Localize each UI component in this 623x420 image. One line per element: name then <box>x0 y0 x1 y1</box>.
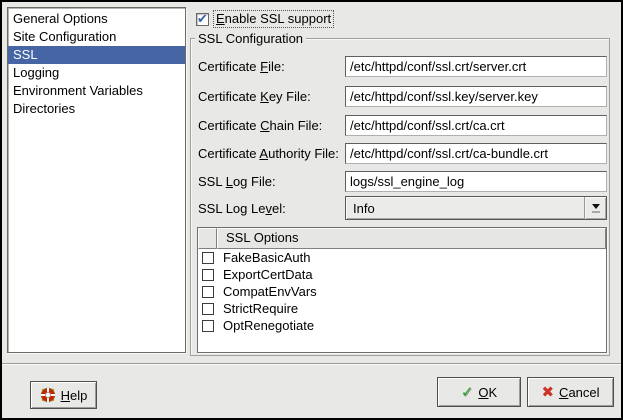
ssl-options-table: SSL Options ✔ FakeBasicAuth ✔ ExportCert… <box>197 227 607 353</box>
ok-button[interactable]: ✓ OK <box>437 377 521 407</box>
ssl-option-label: CompatEnvVars <box>223 283 317 300</box>
combo-arrow-button[interactable] <box>584 197 606 219</box>
ssl-option-label: ExportCertData <box>223 266 313 283</box>
category-list: General Options Site Configuration SSL L… <box>7 7 186 353</box>
certificate-key-file-input[interactable] <box>345 86 607 107</box>
certificate-file-input[interactable] <box>345 56 607 77</box>
certificate-chain-file-input[interactable] <box>345 115 607 136</box>
enable-ssl-row: ✔ Enable SSL support <box>196 9 334 29</box>
sidebar-item-general-options[interactable]: General Options <box>8 10 185 28</box>
down-arrow-icon <box>592 204 600 209</box>
ssl-configuration-frame-title: SSL Configuration <box>195 31 306 46</box>
checkmark-icon: ✔ <box>197 11 208 26</box>
ssl-log-level-select[interactable]: Info <box>345 196 607 220</box>
ssl-options-column-header[interactable]: SSL Options <box>217 228 606 249</box>
ssl-option-row: ✔ OptRenegotiate <box>198 317 606 334</box>
ssl-option-row: ✔ CompatEnvVars <box>198 283 606 300</box>
button-area-separator <box>2 363 621 365</box>
ssl-options-table-header: SSL Options <box>198 228 606 249</box>
sidebar-item-environment-variables[interactable]: Environment Variables <box>8 82 185 100</box>
ssl-option-label: StrictRequire <box>223 300 298 317</box>
ssl-option-label: FakeBasicAuth <box>223 249 310 266</box>
ssl-option-checkbox-compatenvvars[interactable]: ✔ <box>202 286 214 298</box>
help-button[interactable]: Help <box>30 381 97 409</box>
arrow-dash <box>592 211 600 213</box>
sidebar-item-ssl[interactable]: SSL <box>8 46 185 64</box>
sidebar-item-site-configuration[interactable]: Site Configuration <box>8 28 185 46</box>
ssl-option-row: ✔ FakeBasicAuth <box>198 249 606 266</box>
certificate-chain-file-label: Certificate Chain File: <box>198 115 322 136</box>
checkbox-column-header[interactable] <box>198 228 217 249</box>
enable-ssl-label[interactable]: Enable SSL support <box>213 10 334 28</box>
certificate-authority-file-input[interactable] <box>345 143 607 164</box>
ssl-option-checkbox-strictrequire[interactable]: ✔ <box>202 303 214 315</box>
red-x-icon: ✖ <box>541 385 554 400</box>
ssl-option-row: ✔ ExportCertData <box>198 266 606 283</box>
ssl-option-label: OptRenegotiate <box>223 317 314 334</box>
ssl-log-file-input[interactable] <box>345 171 607 192</box>
ssl-option-checkbox-exportcertdata[interactable]: ✔ <box>202 269 214 281</box>
ssl-log-level-value: Info <box>346 201 584 216</box>
certificate-authority-file-label: Certificate Authority File: <box>198 143 339 164</box>
ssl-option-row: ✔ StrictRequire <box>198 300 606 317</box>
httpd-config-window: General Options Site Configuration SSL L… <box>0 0 623 420</box>
sidebar-item-logging[interactable]: Logging <box>8 64 185 82</box>
ssl-log-level-label: SSL Log Level: <box>198 198 286 219</box>
sidebar-item-directories[interactable]: Directories <box>8 100 185 118</box>
green-checkmark-icon: ✓ <box>461 385 474 400</box>
enable-ssl-checkbox[interactable]: ✔ <box>196 13 209 26</box>
lifebuoy-icon <box>40 387 56 403</box>
cancel-button[interactable]: ✖ Cancel <box>527 377 614 407</box>
certificate-key-file-label: Certificate Key File: <box>198 86 311 107</box>
ssl-option-checkbox-optrenegotiate[interactable]: ✔ <box>202 320 214 332</box>
certificate-file-label: Certificate File: <box>198 56 285 77</box>
ssl-log-file-label: SSL Log File: <box>198 171 276 192</box>
ssl-option-checkbox-fakebasicauth[interactable]: ✔ <box>202 252 214 264</box>
